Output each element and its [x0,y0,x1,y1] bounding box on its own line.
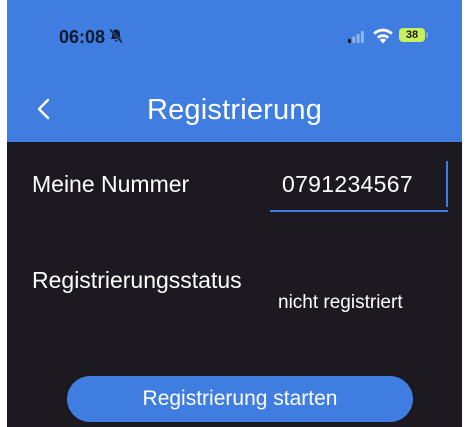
signal-icon [348,31,364,43]
status-label: Registrierungsstatus [32,267,242,293]
page-title: Registrierung [146,94,323,126]
bell-slash-icon [109,28,123,44]
number-input[interactable]: 0791234567 [270,160,448,212]
wifi-icon [373,28,393,44]
status-bar: 06:08 38 [7,0,462,50]
status-time: 06:08 [59,27,106,47]
nav-bar: Registrierung [7,80,462,142]
number-label: Meine Nummer [32,171,190,197]
battery-icon: 38 [399,28,425,42]
registration-form: Meine Nummer 0791234567 Registrierungsst… [7,142,462,427]
app-screen: 06:08 38 Registrierung Meine Nummer 0791… [7,0,462,427]
number-value: 0791234567 [282,171,413,197]
text-caret [446,161,448,207]
header: 06:08 38 Registrierung [7,0,462,142]
start-registration-button[interactable]: Registrierung starten [67,376,413,422]
battery-nub [426,32,428,38]
status-value: nicht registriert [278,292,403,313]
